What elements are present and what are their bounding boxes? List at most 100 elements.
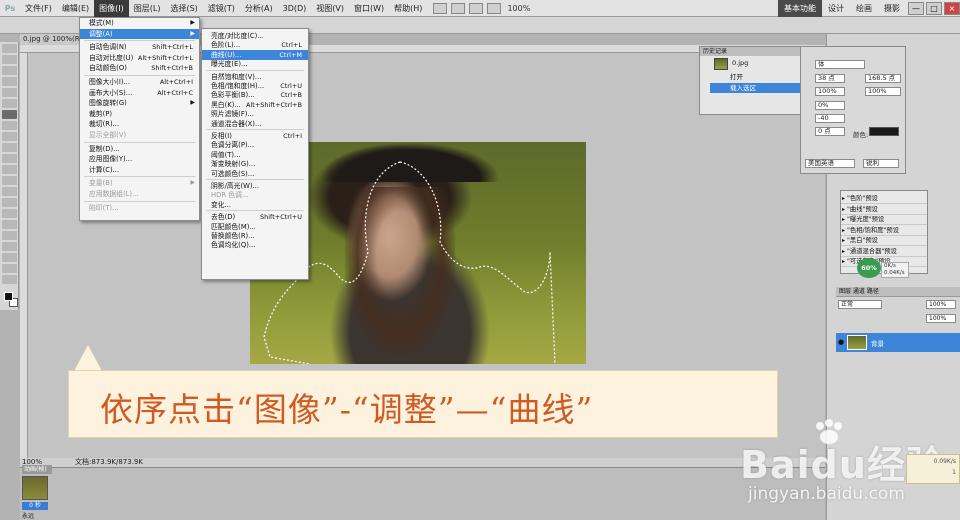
menu-item-7[interactable]: 图像大小(I)... Alt+Ctrl+I <box>80 77 199 87</box>
menu-8[interactable]: 视图(V) <box>311 0 349 17</box>
tracking-field[interactable]: 0% <box>815 101 845 110</box>
history-tab[interactable]: 历史记录 <box>700 47 801 56</box>
history-step-load-selection[interactable]: 载入选区 <box>710 83 801 93</box>
layer-name[interactable]: 背景 <box>871 338 884 348</box>
menu-item-12[interactable]: 显示全部(V) <box>80 130 199 140</box>
tool-10-icon[interactable] <box>2 154 17 163</box>
blend-mode-select[interactable]: 正常 <box>838 300 882 309</box>
zoom-level[interactable]: 100% <box>507 4 530 13</box>
history-step-open[interactable]: 打开 <box>710 72 801 82</box>
menu-item-18[interactable]: 变量(B) ▶ <box>80 178 199 188</box>
workspace-design[interactable]: 设计 <box>822 0 850 17</box>
menu-item-14[interactable]: 复制(D)... <box>80 144 199 154</box>
tool-19-icon[interactable] <box>2 253 17 262</box>
workspace-essentials[interactable]: 基本功能 <box>778 0 822 17</box>
fill-field[interactable]: 100% <box>926 314 956 323</box>
preset-item[interactable]: "曝光度"预设 <box>841 215 927 225</box>
preset-item[interactable]: "色阶"预设 <box>841 194 927 204</box>
history-snapshot[interactable] <box>714 58 728 70</box>
loop-option[interactable]: 永远 <box>22 511 34 520</box>
hand-icon[interactable] <box>469 2 484 14</box>
menu-item-1[interactable]: 调整(A) ▶ <box>80 28 199 39</box>
tool-0-icon[interactable] <box>2 44 17 53</box>
menu-item-11[interactable]: 裁切(R)... <box>80 119 199 129</box>
tool-7-icon[interactable] <box>2 121 17 130</box>
tool-13-icon[interactable] <box>2 187 17 196</box>
menu-3[interactable]: 图层(L) <box>129 0 166 17</box>
tool-5-icon[interactable] <box>2 99 17 108</box>
tool-6-icon[interactable] <box>2 110 17 119</box>
menu-item-0[interactable]: 模式(M) ▶ <box>80 18 199 28</box>
preset-item[interactable]: "黑白"预设 <box>841 236 927 246</box>
zoom-icon[interactable] <box>487 2 502 14</box>
tool-12-icon[interactable] <box>2 176 17 185</box>
tool-8-icon[interactable] <box>2 132 17 141</box>
minimize-button[interactable]: — <box>908 2 924 15</box>
horizontal-scale-field[interactable]: 100% <box>865 87 901 96</box>
tool-2-icon[interactable] <box>2 66 17 75</box>
menu-6[interactable]: 分析(A) <box>240 0 278 17</box>
tool-14-icon[interactable] <box>2 198 17 207</box>
workspace-photography[interactable]: 摄影 <box>878 0 906 17</box>
tool-4-icon[interactable] <box>2 88 17 97</box>
tool-20-icon[interactable] <box>2 264 17 273</box>
tool-17-icon[interactable] <box>2 231 17 240</box>
tool-21-icon[interactable] <box>2 275 17 284</box>
menu-4[interactable]: 选择(S) <box>165 0 202 17</box>
menu-item-25[interactable]: 色调均化(Q)... <box>202 240 308 250</box>
menu-item-9[interactable]: 图像旋转(G) ▶ <box>80 98 199 108</box>
font-size-field[interactable]: 38 点 <box>815 74 845 83</box>
menu-item-19[interactable]: 应用数据组(L)... <box>80 189 199 199</box>
frame-thumbnail[interactable] <box>22 476 48 500</box>
language-select[interactable]: 美国英语 <box>805 159 855 168</box>
tool-9-icon[interactable] <box>2 143 17 152</box>
kerning-field[interactable]: -40 <box>815 114 845 123</box>
menu-item-16[interactable]: 可选颜色(S)... <box>202 169 308 179</box>
tool-15-icon[interactable] <box>2 209 17 218</box>
baseline-field[interactable]: 0 点 <box>815 127 845 136</box>
menu-item-21[interactable]: 陷印(T)... <box>80 203 199 213</box>
menu-9[interactable]: 窗口(W) <box>349 0 389 17</box>
workspace-painting[interactable]: 绘画 <box>850 0 878 17</box>
menu-1[interactable]: 编辑(E) <box>57 0 94 17</box>
menu-10[interactable]: 帮助(H) <box>389 0 427 17</box>
animation-tab[interactable]: 动画(帧) <box>22 465 52 474</box>
preset-item[interactable]: "色相/饱和度"预设 <box>841 226 927 236</box>
menu-item-8[interactable]: 画布大小(S)... Alt+Ctrl+C <box>80 88 199 98</box>
tool-3-icon[interactable] <box>2 77 17 86</box>
vertical-scale-field[interactable]: 100% <box>815 87 845 96</box>
menu-5[interactable]: 滤镜(T) <box>203 0 240 17</box>
preset-item[interactable]: "通道混合器"预设 <box>841 247 927 257</box>
antialias-select[interactable]: 锐利 <box>863 159 899 168</box>
tool-11-icon[interactable] <box>2 165 17 174</box>
menu-item-4[interactable]: 自动对比度(U) Alt+Shift+Ctrl+L <box>80 53 199 63</box>
menu-item-16[interactable]: 计算(C)... <box>80 165 199 175</box>
layers-tabs[interactable]: 图层 通道 路径 <box>836 287 960 297</box>
tool-18-icon[interactable] <box>2 242 17 251</box>
menu-item-10[interactable]: 裁剪(P) <box>80 109 199 119</box>
eye-icon[interactable]: ● <box>838 338 846 346</box>
text-color-swatch[interactable] <box>869 127 899 136</box>
tool-1-icon[interactable] <box>2 55 17 64</box>
menu-item-3[interactable]: 曝光度(E)... <box>202 59 308 69</box>
menu-item-10[interactable]: 通道混合器(X)... <box>202 119 308 129</box>
maximize-button[interactable]: □ <box>926 2 942 15</box>
menu-0[interactable]: 文件(F) <box>20 0 57 17</box>
menu-item-5[interactable]: 自动颜色(O) Shift+Ctrl+B <box>80 63 199 73</box>
menu-item-15[interactable]: 应用图像(Y)... <box>80 154 199 164</box>
preset-item[interactable]: "曲线"预设 <box>841 205 927 215</box>
menu-item-20[interactable]: 变化... <box>202 200 308 210</box>
animation-panel <box>20 467 825 520</box>
font-family-field[interactable]: 体 <box>815 60 865 69</box>
opacity-field[interactable]: 100% <box>926 300 956 309</box>
mini-bridge-icon[interactable] <box>451 2 466 14</box>
menu-item-3[interactable]: 自动色调(N) Shift+Ctrl+L <box>80 42 199 52</box>
menu-2[interactable]: 图像(I) <box>94 0 129 17</box>
foreground-color-swatch[interactable] <box>4 292 13 301</box>
menu-7[interactable]: 3D(D) <box>278 0 312 17</box>
bridge-icon[interactable] <box>433 2 448 14</box>
close-button[interactable]: × <box>944 2 960 15</box>
frame-delay[interactable]: 0 秒 <box>22 502 48 510</box>
leading-field[interactable]: 168.5 点 <box>865 74 901 83</box>
tool-16-icon[interactable] <box>2 220 17 229</box>
